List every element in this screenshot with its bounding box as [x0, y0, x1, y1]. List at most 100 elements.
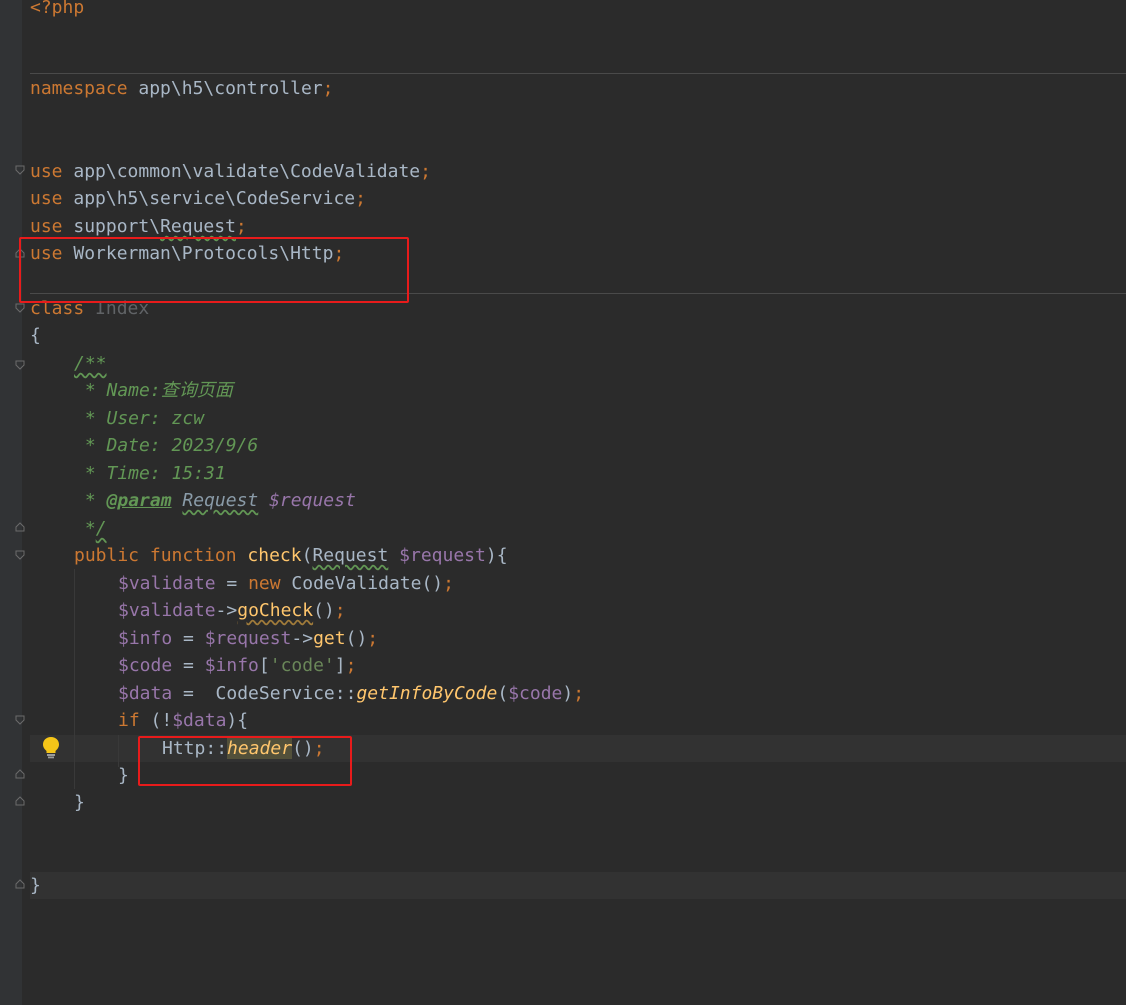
bracket: [ [258, 655, 270, 676]
operator: = [172, 683, 216, 704]
semicolon: ; [235, 216, 247, 237]
paren: ( [301, 545, 313, 566]
code-line[interactable]: use support\Request; [30, 213, 247, 240]
code-line[interactable]: * Date: 2023/9/6 [74, 432, 258, 459]
keyword: function [149, 545, 237, 566]
class-name: CodeValidate [291, 573, 422, 594]
code-line[interactable]: namespace app\h5\controller; [30, 75, 333, 102]
editor-gutter[interactable] [0, 0, 22, 1005]
variable: $request [204, 628, 292, 649]
doc-comment: * Name:查询页面 [74, 380, 233, 401]
doc-comment: /** [74, 353, 107, 374]
code-line[interactable]: use app\common\validate\CodeValidate; [30, 158, 431, 185]
brace: } [30, 875, 41, 896]
arrow: -> [215, 600, 238, 621]
variable: $validate [118, 573, 216, 594]
code-line[interactable]: <?php [30, 0, 84, 21]
semicolon: ; [367, 628, 379, 649]
fold-toggle-icon[interactable] [15, 303, 25, 313]
semicolon: ; [334, 600, 346, 621]
semicolon: ; [420, 161, 431, 182]
keyword: use [30, 161, 63, 182]
keyword: if [118, 710, 140, 731]
code-line[interactable]: } [118, 762, 129, 789]
doc-comment: * User: zcw [74, 408, 205, 429]
type-hint: Request [312, 545, 389, 566]
code-line[interactable]: $code = $info['code']; [118, 652, 356, 679]
code-line[interactable]: if (!$data){ [118, 707, 248, 734]
fold-toggle-icon[interactable] [15, 165, 25, 175]
fold-toggle-icon[interactable] [15, 522, 25, 532]
keyword: public [74, 545, 140, 566]
doc-param-type: Request [182, 490, 259, 511]
fold-toggle-icon[interactable] [15, 879, 25, 889]
fold-toggle-icon[interactable] [15, 769, 25, 779]
variable: $data [172, 710, 227, 731]
doc-param-var: $request [269, 490, 356, 511]
code-line[interactable]: $data = CodeService::getInfoByCode($code… [118, 680, 584, 707]
brace: { [30, 325, 41, 346]
code-line[interactable]: * @param Request $request [74, 487, 356, 514]
semicolon: ; [345, 655, 357, 676]
variable: $code [118, 655, 173, 676]
import-path: app\common\validate\CodeValidate [62, 161, 421, 182]
import-path: support\ [62, 216, 161, 237]
operator: = [172, 655, 205, 676]
empty-line-highlight [30, 872, 1126, 899]
code-line[interactable]: /** [74, 350, 107, 377]
section-separator [30, 73, 1126, 74]
import-path: app\h5\service\CodeService [62, 188, 356, 209]
operator: = [215, 573, 249, 594]
doc-param-tag: @param [106, 490, 172, 511]
brace: { [496, 545, 508, 566]
static-method-name: getInfoByCode [356, 683, 498, 704]
doc-comment: * [74, 490, 107, 511]
code-line[interactable]: public function check(Request $request){ [74, 542, 508, 569]
parens: () [421, 573, 444, 594]
variable: $info [204, 655, 259, 676]
code-line[interactable]: $info = $request->get(); [118, 625, 378, 652]
doc-comment: * [74, 518, 96, 539]
code-line[interactable]: } [74, 789, 85, 816]
fold-toggle-icon[interactable] [15, 550, 25, 560]
annotation-box [19, 237, 409, 303]
keyword: namespace [30, 78, 128, 99]
code-line[interactable]: { [30, 322, 41, 349]
code-line[interactable]: $validate->goCheck(); [118, 597, 346, 624]
brace: { [237, 710, 249, 731]
function-name: check [247, 545, 302, 566]
variable: $data [118, 683, 173, 704]
bracket: ] [334, 655, 346, 676]
code-line[interactable]: * Name:查询页面 [74, 377, 233, 404]
fold-toggle-icon[interactable] [15, 360, 25, 370]
keyword: use [30, 188, 63, 209]
code-line[interactable]: */ [74, 515, 107, 542]
code-line[interactable]: $validate = new CodeValidate(); [118, 570, 454, 597]
namespace-name: app\h5\controller [127, 78, 323, 99]
php-open-tag: <?php [30, 0, 85, 18]
semicolon: ; [322, 78, 334, 99]
variable: $validate [118, 600, 216, 621]
fold-toggle-icon[interactable] [15, 715, 25, 725]
semicolon: ; [355, 188, 366, 209]
doc-comment: * Time: 15:31 [74, 463, 226, 484]
string-literal: 'code' [269, 655, 335, 676]
code-line[interactable]: * User: zcw [74, 405, 204, 432]
code-line[interactable]: } [30, 872, 41, 899]
code-line[interactable]: use app\h5\service\CodeService; [30, 185, 366, 212]
arrow: -> [291, 628, 314, 649]
method-name: get [313, 628, 346, 649]
code-line[interactable]: * Time: 15:31 [74, 460, 226, 487]
lightbulb-icon[interactable] [40, 735, 62, 759]
method-name: goCheck [237, 600, 314, 621]
scope-operator: :: [334, 683, 357, 704]
keyword: new [248, 573, 281, 594]
brace: } [118, 765, 129, 786]
doc-comment: / [95, 518, 107, 539]
doc-space [172, 490, 183, 511]
variable: $request [399, 545, 486, 566]
paren: (! [150, 710, 173, 731]
code-editor[interactable]: <?php namespace app\h5\controller; use a… [0, 0, 1126, 1005]
fold-toggle-icon[interactable] [15, 796, 25, 806]
doc-space [258, 490, 269, 511]
